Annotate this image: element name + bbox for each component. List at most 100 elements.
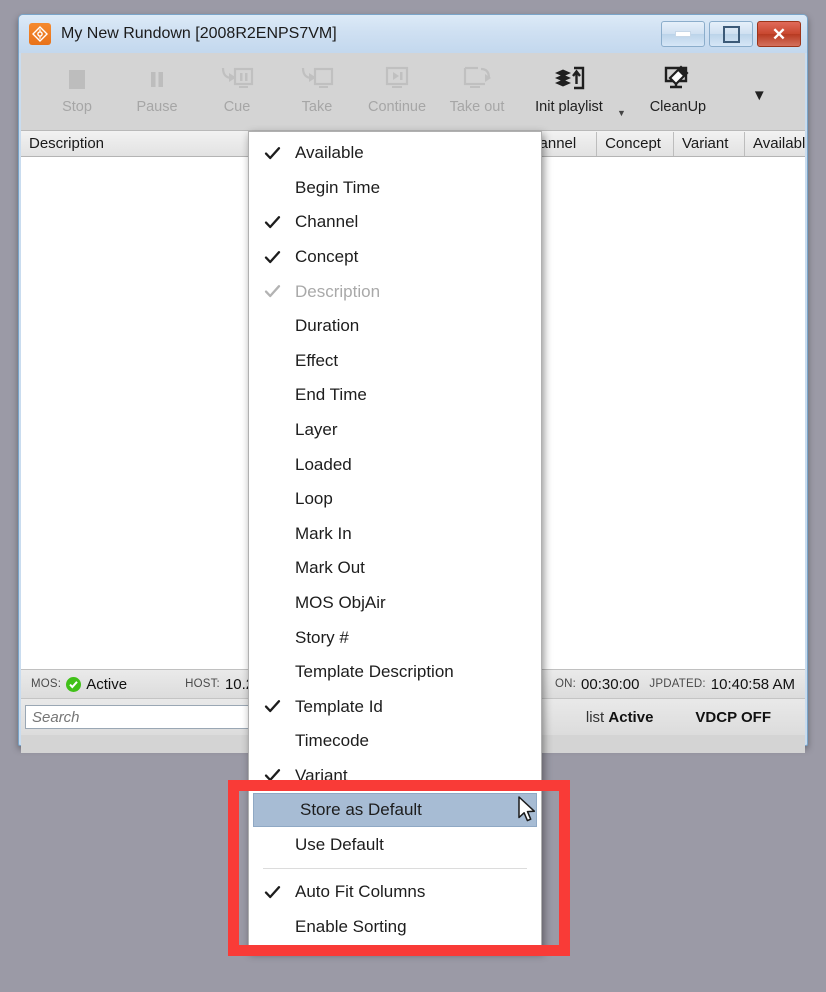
title-bar[interactable]: My New Rundown [2008R2ENPS7VM] ✕ bbox=[19, 15, 807, 53]
init-playlist-icon bbox=[552, 61, 586, 97]
maximize-icon bbox=[722, 25, 740, 43]
minimize-button[interactable] bbox=[661, 21, 705, 47]
toolbar-button-take-out: Take out bbox=[437, 53, 517, 125]
menu-item-available[interactable]: Available bbox=[249, 136, 541, 171]
menu-item-label: Loop bbox=[295, 489, 333, 509]
status-updated-value: 10:40:58 AM bbox=[710, 675, 795, 693]
menu-item-label: Effect bbox=[295, 350, 339, 370]
close-button[interactable]: ✕ bbox=[757, 21, 801, 47]
menu-item-mos-objair[interactable]: MOS ObjAir bbox=[249, 586, 541, 621]
status-mos-value: Active bbox=[86, 675, 128, 693]
menu-item-label: Duration bbox=[295, 316, 360, 336]
stop-icon bbox=[64, 61, 90, 97]
toolbar-label-stop: Stop bbox=[62, 99, 92, 115]
menu-item-description: Description bbox=[249, 274, 541, 309]
take-out-icon bbox=[459, 61, 495, 97]
toolbar-button-take: Take bbox=[277, 53, 357, 125]
menu-item-begin-time[interactable]: Begin Time bbox=[249, 171, 541, 206]
init-playlist-dropdown-caret-icon[interactable]: ▼ bbox=[617, 108, 626, 118]
checkmark-icon bbox=[249, 145, 295, 162]
menu-item-channel[interactable]: Channel bbox=[249, 205, 541, 240]
checkmark-icon bbox=[249, 698, 295, 715]
menu-item-auto-fit-columns[interactable]: Auto Fit Columns bbox=[249, 875, 541, 910]
cleanup-icon bbox=[661, 61, 695, 97]
checkmark-icon bbox=[249, 884, 295, 901]
menu-item-label: Template Id bbox=[295, 696, 383, 716]
menu-item-label: Template Description bbox=[295, 662, 454, 682]
menu-item-enable-sorting[interactable]: Enable Sorting bbox=[249, 909, 541, 944]
menu-item-layer[interactable]: Layer bbox=[249, 413, 541, 448]
status-duration: ON: 00:30:00 bbox=[545, 676, 639, 693]
menu-item-label: End Time bbox=[295, 385, 367, 405]
menu-item-label: Mark In bbox=[295, 523, 352, 543]
menu-item-label: Description bbox=[295, 281, 381, 301]
take-icon bbox=[299, 61, 335, 97]
toolbar: Stop Pause Cue Take Continue Take out In… bbox=[21, 53, 805, 131]
toolbar-label-continue: Continue bbox=[367, 99, 427, 115]
menu-item-mark-out[interactable]: Mark Out bbox=[249, 551, 541, 586]
menu-item-variant[interactable]: Variant bbox=[249, 759, 541, 794]
menu-item-store-as-default[interactable]: Store as Default bbox=[253, 793, 537, 828]
menu-item-label: Loaded bbox=[295, 454, 352, 474]
status-updated-label: JPDATED: bbox=[649, 678, 706, 690]
menu-item-label: MOS ObjAir bbox=[295, 593, 386, 613]
cue-icon bbox=[219, 61, 255, 97]
menu-item-label: Variant bbox=[295, 765, 348, 785]
menu-item-label: Available bbox=[295, 143, 364, 163]
checkmark-icon bbox=[249, 214, 295, 231]
menu-item-concept[interactable]: Concept bbox=[249, 240, 541, 275]
search-input[interactable] bbox=[25, 705, 253, 729]
menu-item-story[interactable]: Story # bbox=[249, 620, 541, 655]
toolbar-button-stop: Stop bbox=[37, 53, 117, 125]
menu-item-label: Begin Time bbox=[295, 177, 381, 197]
maximize-button[interactable] bbox=[709, 21, 753, 47]
status-duration-label: ON: bbox=[554, 678, 577, 690]
toolbar-button-cleanup[interactable]: CleanUp bbox=[626, 53, 730, 125]
menu-item-loaded[interactable]: Loaded bbox=[249, 447, 541, 482]
playlist-status-value: Active bbox=[608, 708, 654, 726]
toolbar-label-pause: Pause bbox=[136, 99, 178, 115]
status-mos-label: MOS: bbox=[31, 678, 62, 690]
menu-item-label: Auto Fit Columns bbox=[295, 882, 426, 902]
menu-item-use-default[interactable]: Use Default bbox=[249, 827, 541, 862]
menu-item-label: Store as Default bbox=[300, 800, 422, 820]
checkmark-icon bbox=[249, 283, 295, 300]
menu-item-label: Enable Sorting bbox=[295, 916, 407, 936]
menu-item-mark-in[interactable]: Mark In bbox=[249, 517, 541, 552]
column-header-variant[interactable]: Variant bbox=[674, 131, 746, 156]
menu-item-loop[interactable]: Loop bbox=[249, 482, 541, 517]
menu-item-template-description[interactable]: Template Description bbox=[249, 655, 541, 690]
menu-item-end-time[interactable]: End Time bbox=[249, 378, 541, 413]
menu-item-template-id[interactable]: Template Id bbox=[249, 690, 541, 725]
checkmark-icon bbox=[249, 767, 295, 784]
toolbar-overflow-caret-icon[interactable]: ▼ bbox=[752, 87, 767, 104]
status-host-label: HOST: bbox=[185, 678, 220, 690]
green-check-icon bbox=[66, 676, 82, 692]
playlist-status-prefix: list bbox=[585, 708, 605, 726]
menu-item-duration[interactable]: Duration bbox=[249, 309, 541, 344]
toolbar-button-init-playlist[interactable]: Init playlist bbox=[517, 53, 621, 125]
menu-item-label: Concept bbox=[295, 247, 359, 267]
menu-item-label: Story # bbox=[295, 627, 349, 647]
menu-item-label: Layer bbox=[295, 420, 338, 440]
window-controls: ✕ bbox=[661, 21, 801, 47]
status-mos: MOS: Active bbox=[21, 676, 127, 693]
toolbar-button-pause: Pause bbox=[117, 53, 197, 125]
toolbar-label-init-playlist: Init playlist bbox=[535, 99, 603, 115]
menu-item-label: Channel bbox=[295, 212, 359, 232]
column-header-available[interactable]: Available bbox=[745, 132, 805, 156]
toolbar-label-cleanup: CleanUp bbox=[649, 99, 707, 115]
column-chooser-context-menu[interactable]: Available Begin Time Channel Concept Descrip… bbox=[248, 131, 542, 952]
checkmark-icon bbox=[249, 249, 295, 266]
minimize-icon bbox=[675, 31, 691, 37]
app-logo-icon[interactable] bbox=[29, 23, 51, 45]
column-header-concept[interactable]: Concept bbox=[597, 131, 674, 156]
menu-item-timecode[interactable]: Timecode bbox=[249, 724, 541, 759]
status-updated: JPDATED: 10:40:58 AM bbox=[639, 676, 805, 693]
mouse-pointer-icon bbox=[518, 796, 538, 825]
menu-item-label: Timecode bbox=[295, 731, 370, 751]
menu-separator bbox=[263, 867, 527, 869]
playlist-status: list Active bbox=[586, 709, 654, 726]
vdcp-status: VDCP OFF bbox=[695, 708, 771, 726]
menu-item-effect[interactable]: Effect bbox=[249, 344, 541, 379]
